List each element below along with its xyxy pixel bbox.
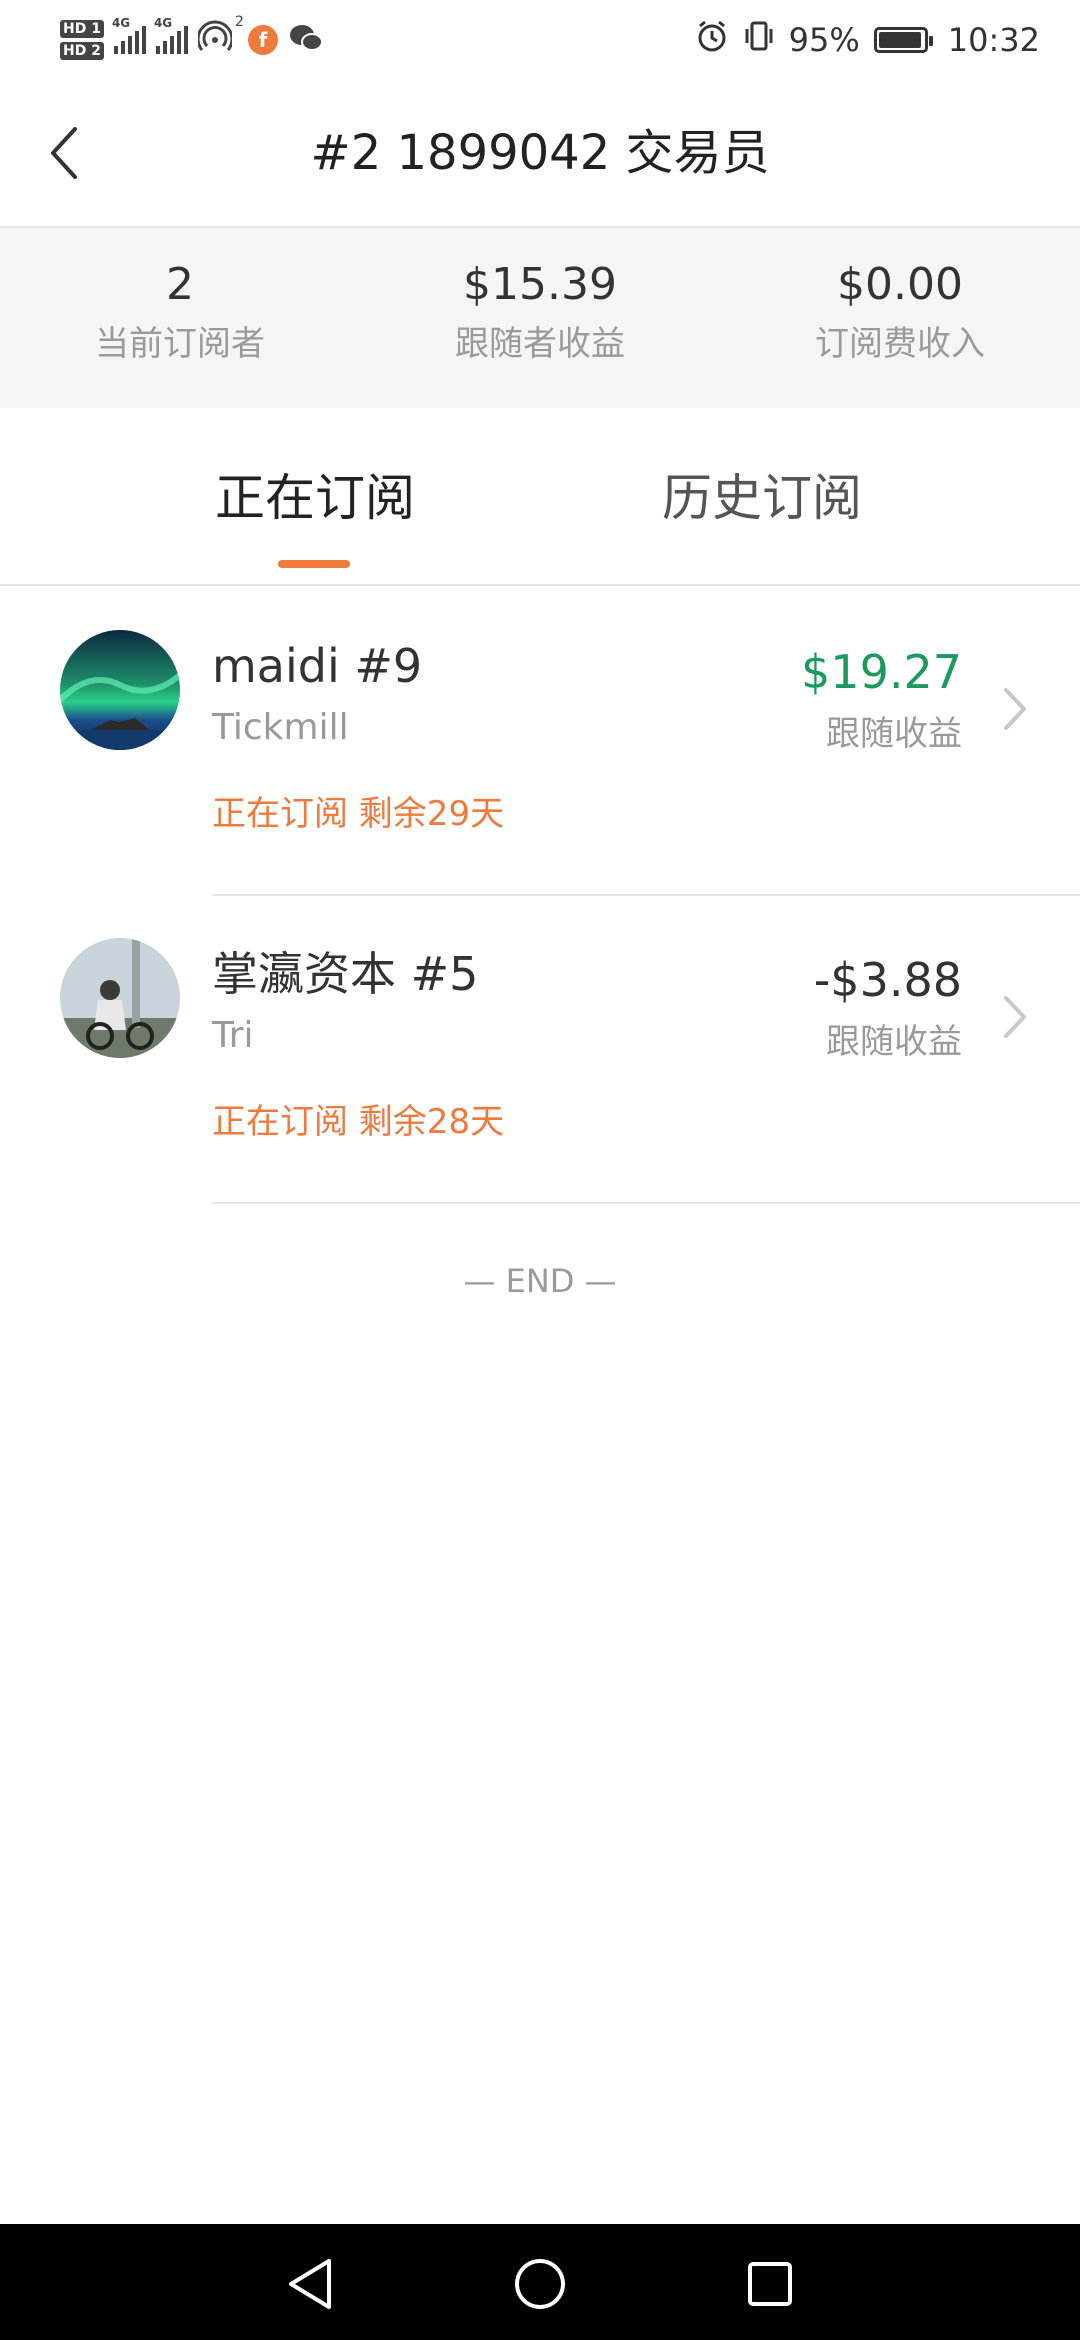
app-header: #2 1899042 交易员	[0, 80, 1080, 228]
hd2-badge: HD 2	[60, 42, 104, 60]
stat-subscription-income: $0.00 订阅费收入	[720, 228, 1080, 408]
signal-icon: 4G	[154, 16, 188, 54]
avatar	[60, 938, 180, 1058]
nav-recents-button[interactable]	[740, 2254, 800, 2314]
chevron-right-icon	[1004, 996, 1026, 1038]
network-type-label: 4G	[153, 16, 173, 30]
tab-current-subscriptions[interactable]: 正在订阅	[215, 468, 415, 528]
battery-percent: 95%	[788, 21, 860, 59]
tab-history-subscriptions[interactable]: 历史订阅	[662, 468, 862, 528]
list-item[interactable]: maidi #9 Tickmill 正在订阅 剩余29天 $19.27 跟随收益	[0, 588, 1080, 896]
hd-icon: HD 1 HD 2	[60, 20, 104, 60]
stat-label: 订阅费收入	[815, 324, 985, 364]
system-nav-bar	[0, 2224, 1080, 2340]
triangle-back-icon	[289, 2259, 331, 2309]
divider	[212, 1202, 1080, 1204]
status-bar: HD 1 HD 2 4G 4G 2 f 95% 10:32	[0, 0, 1080, 80]
broker-name: Tri	[212, 1015, 254, 1056]
status-left: HD 1 HD 2 4G 4G 2 f	[60, 12, 324, 68]
stat-subscribers: 2 当前订阅者	[0, 228, 360, 408]
subscriber-name: maidi #9	[212, 639, 423, 693]
chevron-right-icon	[1004, 688, 1026, 730]
stat-label: 当前订阅者	[95, 324, 265, 364]
signal-icon: 4G	[112, 16, 146, 54]
tab-bar: 正在订阅 历史订阅	[0, 408, 1080, 586]
stat-value: $15.39	[463, 259, 617, 310]
nav-back-button[interactable]	[280, 2254, 340, 2314]
active-tab-indicator	[278, 560, 350, 568]
hotspot-icon: 2	[196, 14, 244, 60]
alarm-icon	[695, 19, 729, 61]
avatar	[60, 630, 180, 750]
subscription-status: 正在订阅 剩余29天	[212, 794, 505, 834]
follow-earnings-amount: $19.27	[801, 645, 962, 699]
follow-earnings-label: 跟随收益	[826, 714, 962, 754]
vibrate-icon	[743, 19, 775, 61]
follow-earnings-amount: -$3.88	[813, 953, 962, 1007]
stat-follower-earnings: $15.39 跟随者收益	[360, 228, 720, 408]
battery-icon	[873, 27, 933, 53]
chevron-left-icon	[51, 127, 77, 179]
hotspot-count: 2	[235, 14, 244, 30]
network-type-label: 4G	[111, 16, 131, 30]
circle-home-icon	[515, 2259, 565, 2309]
page-title: #2 1899042 交易员	[310, 125, 770, 181]
stat-value: 2	[166, 259, 194, 310]
list-item[interactable]: 掌瀛资本 #5 Tri 正在订阅 剩余28天 -$3.88 跟随收益	[0, 896, 1080, 1204]
subscription-status: 正在订阅 剩余28天	[212, 1102, 505, 1142]
stat-label: 跟随者收益	[455, 324, 625, 364]
stats-panel: 2 当前订阅者 $15.39 跟随者收益 $0.00 订阅费收入	[0, 228, 1080, 408]
list-end-marker: — END —	[463, 1262, 617, 1300]
subscriber-name: 掌瀛资本 #5	[212, 947, 479, 1001]
back-button[interactable]	[34, 120, 94, 186]
stat-value: $0.00	[837, 259, 963, 310]
status-right: 95% 10:32	[695, 12, 1040, 68]
hd1-badge: HD 1	[60, 20, 104, 38]
wechat-icon	[288, 23, 324, 57]
nav-home-button[interactable]	[510, 2254, 570, 2314]
follow-earnings-label: 跟随收益	[826, 1022, 962, 1062]
app-notification-icon: f	[247, 25, 278, 55]
broker-name: Tickmill	[212, 707, 349, 748]
clock: 10:32	[947, 21, 1040, 59]
square-recents-icon	[748, 2262, 792, 2306]
